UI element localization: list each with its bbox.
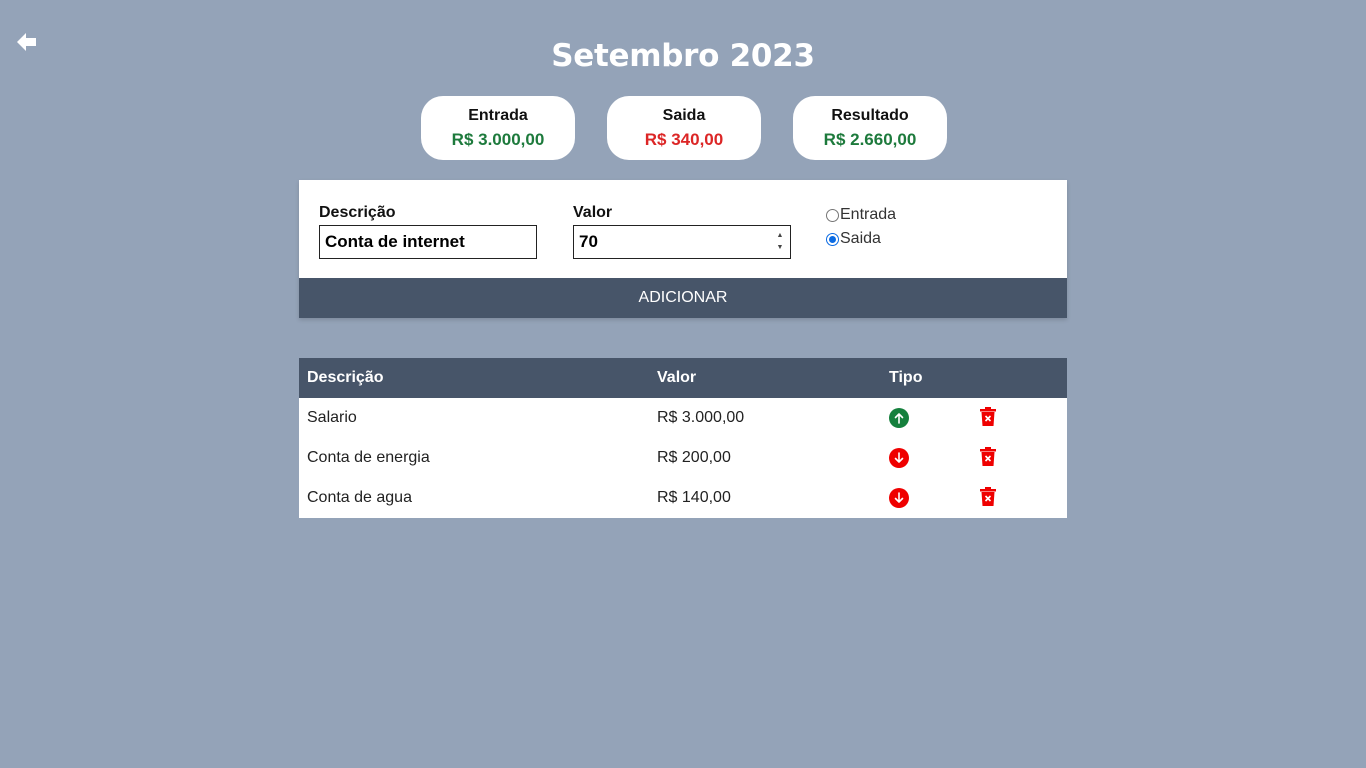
trash-icon[interactable] <box>980 446 996 466</box>
page-title: Setembro 2023 <box>551 38 815 74</box>
row-description: Salario <box>307 409 357 426</box>
card-resultado-value: R$ 2.660,00 <box>823 129 917 149</box>
transaction-form: Descrição Valor ▲ ▼ Entrada Saida ADICIO… <box>299 180 1067 318</box>
header-descricao: Descrição <box>307 369 384 386</box>
table-row: Salario R$ 3.000,00 <box>299 398 1067 438</box>
row-description: Conta de agua <box>307 489 412 506</box>
value-field: Valor ▲ ▼ <box>573 204 791 259</box>
add-button[interactable]: ADICIONAR <box>299 278 1067 318</box>
card-saida: Saida R$ 340,00 <box>607 96 761 160</box>
value-label: Valor <box>573 204 613 221</box>
arrow-down-circle-icon <box>889 488 909 508</box>
table-row: Conta de energia R$ 200,00 <box>299 438 1067 478</box>
card-entrada-value: R$ 3.000,00 <box>451 129 545 149</box>
arrow-down-circle-icon <box>889 448 909 468</box>
summary-cards: Entrada R$ 3.000,00 Saida R$ 340,00 Resu… <box>421 96 947 160</box>
value-input[interactable] <box>573 225 791 259</box>
card-entrada: Entrada R$ 3.000,00 <box>421 96 575 160</box>
row-description: Conta de energia <box>307 449 430 466</box>
radio-saida-label[interactable]: Saida <box>840 230 881 248</box>
spinner-up-icon[interactable]: ▲ <box>777 232 784 240</box>
number-spinner[interactable]: ▲ ▼ <box>775 232 785 252</box>
radio-entrada-circle[interactable] <box>826 208 839 222</box>
type-radio-group: Entrada Saida <box>826 203 896 251</box>
card-resultado: Resultado R$ 2.660,00 <box>793 96 947 160</box>
transactions-table: Descrição Valor Tipo Salario R$ 3.000,00… <box>299 358 1067 518</box>
row-value: R$ 200,00 <box>657 449 731 466</box>
row-value: R$ 140,00 <box>657 489 731 506</box>
card-saida-label: Saida <box>662 106 706 124</box>
header-tipo: Tipo <box>889 369 923 386</box>
table-header: Descrição Valor Tipo <box>299 358 1067 398</box>
card-saida-value: R$ 340,00 <box>644 129 724 149</box>
table-row: Conta de agua R$ 140,00 <box>299 478 1067 518</box>
arrow-up-circle-icon <box>889 408 909 428</box>
description-input[interactable] <box>319 225 537 259</box>
description-label: Descrição <box>319 204 396 221</box>
spinner-down-icon[interactable]: ▼ <box>777 244 784 252</box>
radio-saida[interactable]: Saida <box>826 227 896 251</box>
description-field: Descrição <box>319 204 537 259</box>
radio-entrada[interactable]: Entrada <box>826 203 896 227</box>
card-resultado-label: Resultado <box>831 106 909 124</box>
row-value: R$ 3.000,00 <box>657 409 745 426</box>
trash-icon[interactable] <box>980 486 996 506</box>
trash-icon[interactable] <box>980 406 996 426</box>
radio-saida-circle[interactable] <box>826 232 839 246</box>
radio-entrada-label[interactable]: Entrada <box>840 206 896 224</box>
header-valor: Valor <box>657 369 697 386</box>
card-entrada-label: Entrada <box>468 106 528 124</box>
